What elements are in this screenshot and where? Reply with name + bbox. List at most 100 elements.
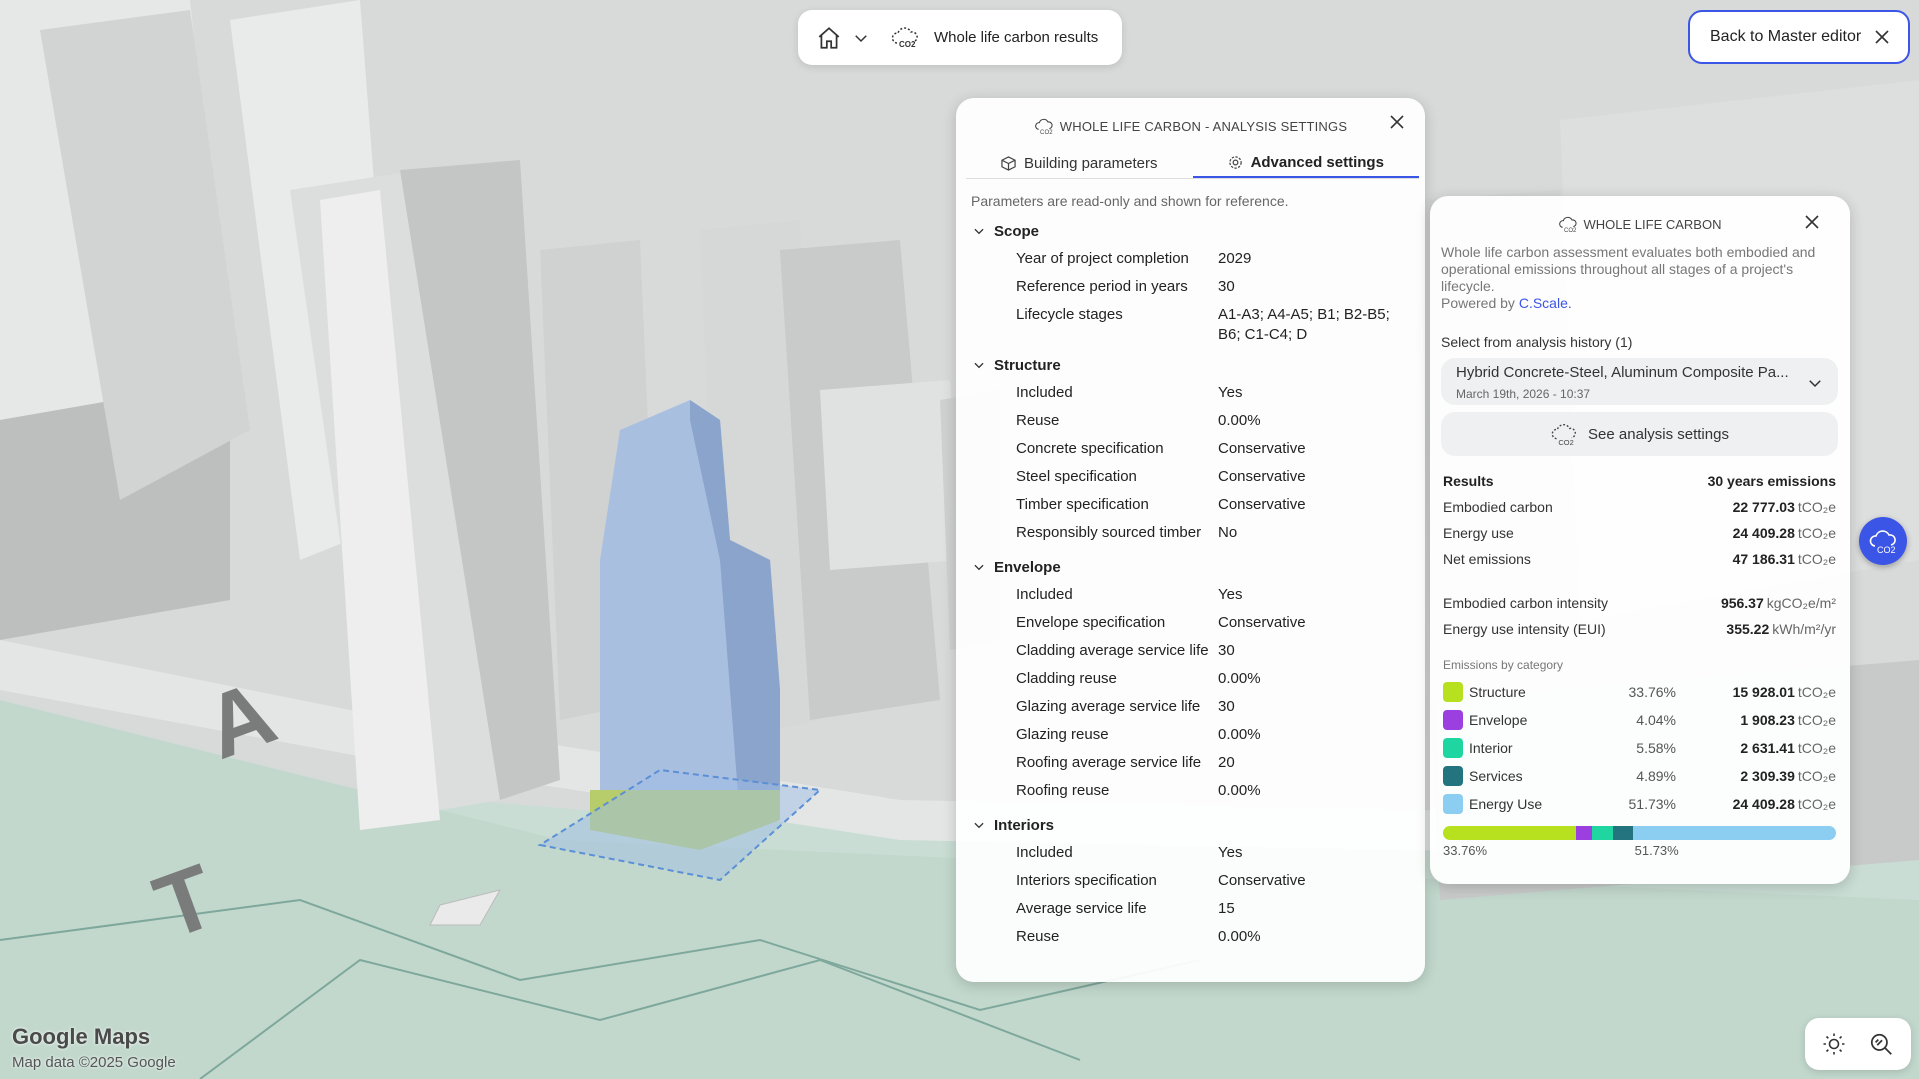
cube-icon <box>1001 155 1016 171</box>
bar-labels: 33.76% 51.73% <box>1441 843 1838 861</box>
setting-row: Lifecycle stages A1-A3; A4-A5; B1; B2-B5;… <box>1016 301 1425 345</box>
category-unit: tCO₂e <box>1797 768 1836 784</box>
setting-value: No <box>1218 524 1238 541</box>
back-button-label: Back to Master editor <box>1710 28 1862 45</box>
category-percent: 4.89% <box>1636 768 1676 784</box>
setting-label: Glazing reuse <box>1016 726 1109 743</box>
results-rows: Embodied carbon 22 777.03 tCO₂e Energy use 2… <box>1443 494 1836 572</box>
setting-label: Included <box>1016 384 1073 401</box>
section-title: Envelope <box>994 558 1061 576</box>
back-to-master-editor-button[interactable]: Back to Master editor <box>1688 10 1910 64</box>
category-swatch <box>1443 738 1463 758</box>
setting-value: 15 <box>1218 900 1235 917</box>
bar-segment-structure <box>1443 826 1576 840</box>
category-value: 2 309.39 tCO₂e <box>1676 768 1836 784</box>
section-title: Structure <box>994 356 1061 374</box>
metric-number: 47 186.31 <box>1732 551 1795 567</box>
setting-label: Roofing reuse <box>1016 782 1110 799</box>
metric-label: Energy use <box>1443 525 1514 541</box>
emissions-share-bar <box>1443 826 1836 840</box>
chevron-down-icon <box>972 560 986 574</box>
see-settings-label: See analysis settings <box>1588 425 1729 443</box>
results-period: 30 years emissions <box>1707 473 1836 489</box>
setting-row: Included Yes <box>1016 581 1425 609</box>
setting-label: Timber specification <box>1016 496 1149 513</box>
toolbar-title: Whole life carbon results <box>934 29 1099 46</box>
category-unit: tCO₂e <box>1797 684 1836 700</box>
svg-text:CO2: CO2 <box>1564 228 1577 234</box>
category-value: 24 409.28 tCO₂e <box>1676 796 1836 812</box>
category-number: 1 908.23 <box>1740 712 1795 728</box>
section-rows: Included Yes Envelope specification Conserv… <box>956 581 1425 805</box>
category-name: Services <box>1469 768 1523 784</box>
category-row-energy-use: Energy Use 51.73% 24 409.28 tCO₂e <box>1441 790 1838 818</box>
setting-label: Reference period in years <box>1016 278 1188 295</box>
svg-text:CO2: CO2 <box>1558 438 1573 447</box>
co2-cloud-icon: CO2 <box>890 23 920 53</box>
category-percent: 51.73% <box>1628 796 1676 812</box>
analysis-settings-panel: CO2 WHOLE LIFE CARBON - ANALYSIS SETTING… <box>956 98 1425 982</box>
section-header-envelope[interactable]: Envelope <box>956 553 1425 581</box>
setting-row: Interiors specification Conservative <box>1016 867 1425 895</box>
description-text: Whole life carbon assessment evaluates b… <box>1441 244 1816 294</box>
metric-unit: kgCO₂e/m² <box>1766 595 1836 611</box>
results-header: Results <box>1443 473 1494 489</box>
setting-label: Reuse <box>1016 412 1060 429</box>
metric-unit: tCO₂e <box>1797 525 1836 541</box>
zoom-search-icon[interactable] <box>1868 1031 1894 1057</box>
setting-value: 0.00% <box>1218 782 1261 799</box>
results-table: Results 30 years emissions Embodied carb… <box>1441 468 1838 642</box>
setting-label: Roofing average service life <box>1016 754 1202 771</box>
setting-label: Lifecycle stages <box>1016 306 1123 323</box>
settings-sections: Scope Year of project completion 2029 Refer… <box>956 217 1425 957</box>
setting-value: 0.00% <box>1218 726 1261 743</box>
see-analysis-settings-button[interactable]: CO2 See analysis settings <box>1441 412 1838 456</box>
section-rows: Included Yes Interiors specification Conser… <box>956 839 1425 951</box>
results-description: Whole life carbon assessment evaluates b… <box>1441 244 1838 312</box>
close-icon[interactable] <box>1804 214 1820 230</box>
section-header-interiors[interactable]: Interiors <box>956 811 1425 839</box>
bar-segment-interior <box>1591 826 1614 840</box>
metric-label: Net emissions <box>1443 551 1531 567</box>
category-percent: 4.04% <box>1636 712 1676 728</box>
section-header-scope[interactable]: Scope <box>956 217 1425 245</box>
chevron-down-icon[interactable] <box>852 29 870 47</box>
setting-row: Cladding reuse 0.00% <box>1016 665 1425 693</box>
category-unit: tCO₂e <box>1797 796 1836 812</box>
section-rows: Year of project completion 2029 Reference … <box>956 245 1425 345</box>
category-number: 15 928.01 <box>1732 684 1795 700</box>
chevron-down-icon <box>972 818 986 832</box>
home-icon[interactable] <box>816 25 842 51</box>
metric-value: 22 777.03 tCO₂e <box>1733 499 1836 515</box>
tab-building-parameters[interactable]: Building parameters <box>966 148 1193 178</box>
category-number: 24 409.28 <box>1732 796 1795 812</box>
co2-cloud-icon: CO2 <box>1558 214 1578 234</box>
setting-value: 2029 <box>1218 250 1252 267</box>
category-value: 2 631.41 tCO₂e <box>1676 740 1836 756</box>
powered-by: Powered by C.Scale. <box>1441 295 1838 312</box>
cscale-link[interactable]: C.Scale. <box>1519 295 1572 311</box>
metric-label: Embodied carbon intensity <box>1443 595 1608 611</box>
tab-advanced-settings[interactable]: Advanced settings <box>1192 148 1419 178</box>
category-unit: tCO₂e <box>1797 740 1836 756</box>
chevron-down-icon <box>972 358 986 372</box>
setting-value: 0.00% <box>1218 670 1261 687</box>
map-copyright: Map data ©2025 Google <box>12 1054 176 1071</box>
carbon-analysis-button[interactable]: CO2 <box>1859 517 1907 565</box>
intensity-row: Embodied carbon intensity 956.37 kgCO₂e/m² <box>1443 590 1836 616</box>
category-percent: 5.58% <box>1636 740 1676 756</box>
setting-label: Average service life <box>1016 900 1147 917</box>
setting-row: Glazing average service life 30 <box>1016 693 1425 721</box>
sun-icon[interactable] <box>1822 1032 1846 1056</box>
setting-row: Steel specification Conservative <box>1016 463 1425 491</box>
section-header-structure[interactable]: Structure <box>956 351 1425 379</box>
setting-label: Reuse <box>1016 928 1060 945</box>
analysis-history-label: Select from analysis history (1) <box>1441 334 1633 350</box>
setting-label: Cladding reuse <box>1016 670 1117 687</box>
category-name: Interior <box>1469 740 1513 756</box>
setting-value: A1-A3; A4-A5; B1; B2-B5; B6; C1-C4; D <box>1218 306 1390 343</box>
analysis-history-select[interactable]: Hybrid Concrete-Steel, Aluminum Composit… <box>1441 358 1838 405</box>
close-icon[interactable] <box>1389 114 1405 130</box>
tab-label: Building parameters <box>1024 154 1158 172</box>
close-icon <box>1874 29 1890 45</box>
